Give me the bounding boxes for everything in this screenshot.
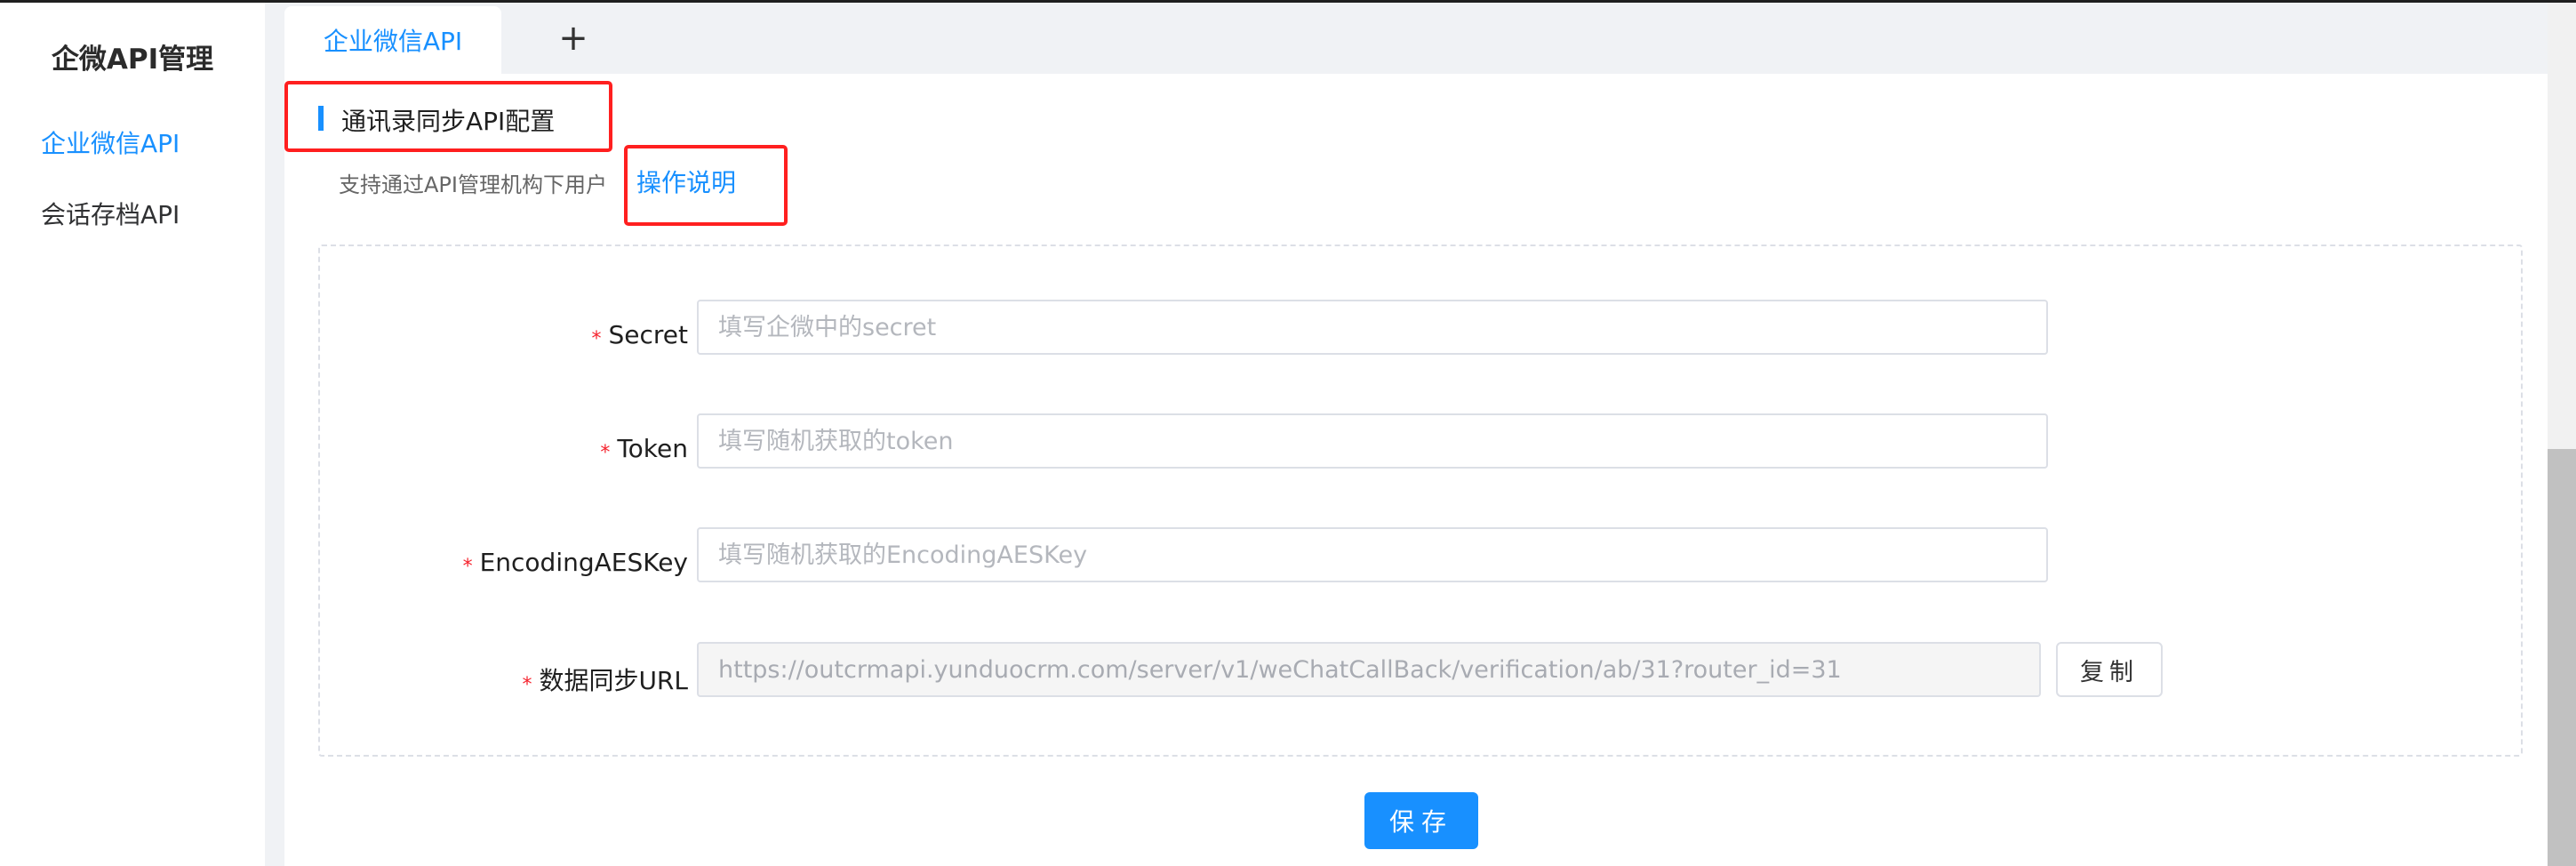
secret-input[interactable] [697, 300, 2048, 355]
add-tab-button[interactable]: + [554, 15, 593, 61]
sidebar-title: 企微API管理 [51, 44, 214, 76]
section-subtitle: 支持通过API管理机构下用户 [339, 172, 607, 197]
section-title: 通讯录同步API配置 [341, 107, 556, 136]
required-mark: * [591, 328, 602, 350]
tab-enterprise-wechat-api[interactable]: 企业微信API [284, 6, 501, 74]
section-accent-bar [318, 106, 324, 131]
sync-url-label: * 数据同步URL [522, 666, 688, 696]
sidebar-item-chat-archive-api[interactable]: 会话存档API [41, 196, 180, 231]
save-button[interactable]: 保存 [1364, 792, 1478, 849]
token-input[interactable] [697, 413, 2048, 469]
encoding-aes-key-label: * EncodingAESKey [462, 548, 688, 578]
copy-button[interactable]: 复制 [2056, 642, 2163, 697]
token-label: * Token [600, 434, 688, 464]
operation-instructions-link[interactable]: 操作说明 [636, 164, 736, 199]
encoding-aes-key-input[interactable] [697, 527, 2048, 582]
sync-url-input[interactable] [697, 642, 2041, 697]
required-mark: * [600, 442, 611, 464]
sidebar-item-enterprise-wechat-api[interactable]: 企业微信API [41, 124, 180, 160]
sidebar: 企微API管理 企业微信API 会话存档API [0, 3, 265, 866]
required-mark: * [462, 556, 473, 578]
layout-gutter [265, 3, 284, 866]
scrollbar-thumb[interactable] [2548, 449, 2576, 866]
tab-bar: 企业微信API + [284, 3, 2548, 74]
required-mark: * [522, 674, 532, 696]
secret-label: * Secret [591, 320, 689, 350]
